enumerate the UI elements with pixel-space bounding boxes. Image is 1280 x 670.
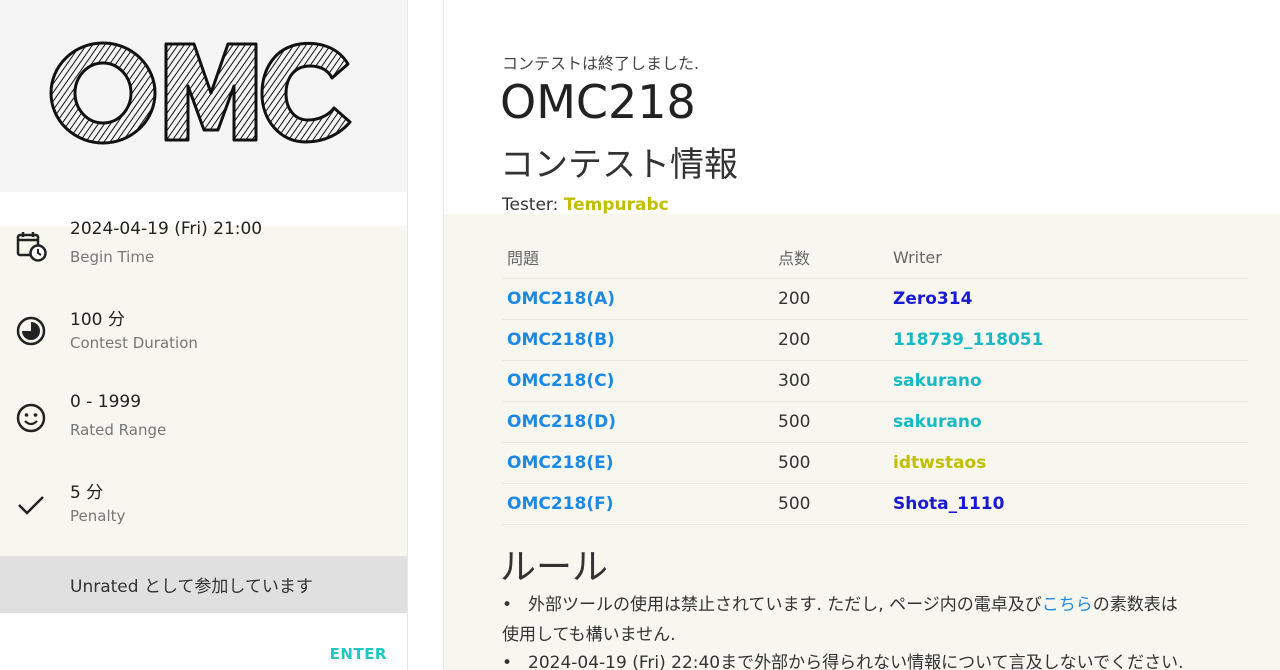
rated-range-value: 0 - 1999 [70, 392, 142, 412]
prime-table-link[interactable]: こちら [1042, 595, 1093, 615]
begin-time-value: 2024-04-19 (Fri) 21:00 [70, 219, 263, 239]
table-row: OMC218(F) 500 Shota_1110 [502, 483, 1248, 525]
rule1-text: 外部ツールの使用は禁止されています. ただし, ページ内の電卓及び [528, 595, 1042, 615]
rule1-text-line2: 使用しても構いません. [502, 625, 676, 645]
writer-link[interactable]: sakurano [893, 412, 982, 432]
bullet-icon: • [502, 595, 513, 615]
rules-heading: ルール [500, 547, 609, 588]
problem-points: 500 [773, 401, 888, 443]
rule2-text: 2024-04-19 (Fri) 22:40まで外部から得られない情報について言… [528, 653, 1184, 670]
writer-link[interactable]: Shota_1110 [893, 494, 1004, 514]
rated-range-label: Rated Range [70, 421, 167, 439]
check-icon [14, 487, 48, 521]
unrated-status: Unrated として参加しています [0, 556, 407, 613]
problem-points: 500 [773, 442, 888, 484]
unrated-text: Unrated として参加しています [70, 577, 313, 597]
tester-label: Tester: [502, 195, 559, 215]
writer-link[interactable]: 118739_118051 [893, 330, 1043, 350]
contest-title: OMC218 [500, 75, 696, 129]
writer-link[interactable]: Zero314 [893, 289, 972, 309]
begin-time-label: Begin Time [70, 248, 155, 266]
problem-link[interactable]: OMC218(F) [507, 494, 613, 514]
duration-label: Contest Duration [70, 334, 198, 352]
pie-timer-icon [14, 314, 48, 348]
table-row: OMC218(C) 300 sakurano [502, 360, 1248, 402]
info-rated-range: 0 - 1999 Rated Range [0, 385, 407, 471]
calendar-clock-icon [14, 228, 48, 262]
contest-info-heading: コンテスト情報 [500, 145, 738, 185]
header-problem: 問題 [502, 237, 773, 279]
problem-link[interactable]: OMC218(B) [507, 330, 615, 350]
enter-button[interactable]: ENTER [330, 645, 387, 663]
logo-area [0, 0, 407, 192]
bullet-icon: • [502, 653, 513, 670]
problem-points: 500 [773, 483, 888, 525]
penalty-label: Penalty [70, 507, 126, 525]
duration-value: 100 分 [70, 310, 125, 330]
info-begin-time: 2024-04-19 (Fri) 21:00 Begin Time [0, 212, 407, 298]
tester-name[interactable]: Tempurabc [564, 195, 669, 215]
tester-line: Tester: Tempurabc [502, 195, 669, 215]
gutter [408, 0, 444, 670]
smiley-icon [14, 401, 48, 435]
enter-area: ENTER [0, 613, 407, 670]
table-row: OMC218(A) 200 Zero314 [502, 278, 1248, 320]
writer-link[interactable]: sakurano [893, 371, 982, 391]
header-points: 点数 [773, 237, 888, 279]
problem-link[interactable]: OMC218(E) [507, 453, 613, 473]
problem-points: 200 [773, 319, 888, 361]
contest-status: コンテストは終了しました. [502, 54, 700, 73]
problem-link[interactable]: OMC218(D) [507, 412, 616, 432]
problem-link[interactable]: OMC218(A) [507, 289, 615, 309]
penalty-value: 5 分 [70, 483, 104, 503]
table-header-row: 問題 点数 Writer [502, 237, 1248, 279]
problem-link[interactable]: OMC218(C) [507, 371, 614, 391]
problem-points: 300 [773, 360, 888, 402]
table-row: OMC218(E) 500 idtwstaos [502, 442, 1248, 484]
table-row: OMC218(D) 500 sakurano [502, 401, 1248, 443]
header-writer: Writer [888, 237, 1248, 279]
problems-table: 問題 点数 Writer OMC218(A) 200 Zero314 OMC21… [502, 237, 1248, 525]
omc-logo [49, 41, 352, 145]
writer-link[interactable]: idtwstaos [893, 453, 986, 473]
rule-item: • 外部ツールの使用は禁止されています. ただし, ページ内の電卓及びこちらの素数… [502, 590, 1178, 650]
info-penalty: 5 分 Penalty [0, 471, 407, 557]
problem-points: 200 [773, 278, 888, 320]
table-row: OMC218(B) 200 118739_118051 [502, 319, 1248, 361]
rule-item: • 2024-04-19 (Fri) 22:40まで外部から得られない情報について… [502, 648, 1184, 670]
rule1-text-after: の素数表は [1092, 595, 1178, 615]
info-duration: 100 分 Contest Duration [0, 298, 407, 384]
